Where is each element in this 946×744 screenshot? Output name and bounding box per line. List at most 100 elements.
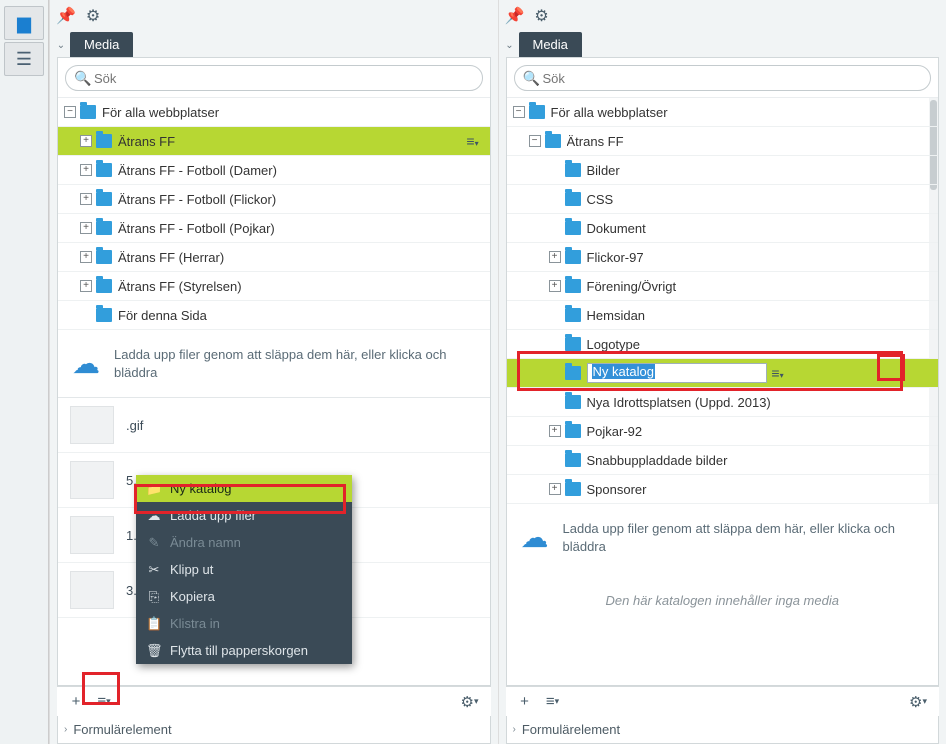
tree-item[interactable]: CSS [507, 185, 939, 214]
list-tab-button[interactable]: ☰ [4, 42, 44, 76]
folder-icon [565, 424, 581, 438]
folder-icon [565, 192, 581, 206]
menu-item-kopiera[interactable]: ⎘Kopiera [136, 583, 352, 610]
tree-item-label: Ätrans FF (Styrelsen) [118, 279, 484, 294]
folder-icon [565, 366, 581, 380]
row-menu-button[interactable]: ≡▾ [462, 133, 484, 149]
tree-item-label: För alla webbplatser [102, 105, 484, 120]
media-tab[interactable]: Media [519, 32, 582, 57]
tree-item[interactable]: +Ätrans FF - Fotboll (Pojkar) [58, 214, 490, 243]
tree-item[interactable]: Snabbuppladdade bilder [507, 446, 939, 475]
search-box: 🔍 [514, 65, 932, 91]
folder-icon [565, 279, 581, 293]
scissors-icon: ✂ [146, 562, 162, 578]
add-button[interactable]: + [512, 690, 538, 714]
menu-item-ny-katalog[interactable]: 📁Ny katalog [136, 475, 352, 502]
right-tree: −För alla webbplatser−Ätrans FF Bilder CSS… [507, 97, 939, 504]
tree-root[interactable]: −För alla webbplatser [507, 98, 939, 127]
tree-item[interactable]: +Ätrans FF (Herrar) [58, 243, 490, 272]
menu-item-label: Klipp ut [170, 562, 213, 577]
right-panel: 📌 ⚙ ⌄ Media 🔍 −För alla webbplatser−Ätra… [498, 0, 946, 744]
context-menu: 📁Ny katalog☁Ladda upp filer✎Ändra namn✂K… [136, 475, 352, 664]
add-button[interactable]: + [63, 690, 89, 714]
folder-icon [529, 105, 545, 119]
expand-icon[interactable]: + [80, 193, 92, 205]
pin-icon[interactable]: 📌 [56, 6, 76, 26]
collapse-icon[interactable]: − [529, 135, 541, 147]
tree-item-label: Ätrans FF [118, 134, 462, 149]
tree-item[interactable]: +Ätrans FF - Fotboll (Damer) [58, 156, 490, 185]
tree-item[interactable]: −Ätrans FF [507, 127, 939, 156]
file-thumbnail [70, 461, 114, 499]
collapse-icon[interactable]: − [513, 106, 525, 118]
tree-item[interactable]: Logotype [507, 330, 939, 359]
gear-icon[interactable]: ⚙ [534, 6, 548, 26]
form-elements-accordion[interactable]: › Formulärelement [57, 716, 491, 744]
settings-button[interactable]: ⚙▾ [905, 690, 931, 714]
pin-icon[interactable]: 📌 [505, 6, 525, 26]
menu-item-flytta-till-papperskorgen[interactable]: 🗑Flytta till papperskorgen [136, 637, 352, 664]
expand-icon[interactable]: + [80, 251, 92, 263]
tree-item[interactable]: Hemsidan [507, 301, 939, 330]
options-menu-button[interactable]: ≡▾ [540, 690, 566, 714]
trash-icon: 🗑 [146, 643, 162, 659]
folder-icon [96, 134, 112, 148]
search-input[interactable] [514, 65, 932, 91]
tree-item[interactable]: + Pojkar-92 [507, 417, 939, 446]
folder-name-input[interactable]: Ny katalog [587, 363, 767, 383]
tree-item[interactable]: Bilder [507, 156, 939, 185]
tree-item[interactable]: Nya Idrottsplatsen (Uppd. 2013) [507, 388, 939, 417]
folder-icon [96, 192, 112, 206]
tree-root[interactable]: − För alla webbplatser [58, 98, 490, 127]
chevron-down-icon[interactable]: ⌄ [52, 33, 70, 57]
tree-item[interactable]: +Förening/Övrigt [507, 272, 939, 301]
left-tree: −För alla webbplatser+Ätrans FF≡▾+Ätrans… [58, 97, 490, 330]
tree-item[interactable]: Ny katalog≡▾ [507, 359, 939, 388]
upload-dropzone[interactable]: ☁ Ladda upp filer genom att släppa dem h… [58, 330, 490, 397]
folder-icon [96, 250, 112, 264]
chevron-right-icon: › [513, 724, 516, 735]
expand-icon[interactable]: + [549, 280, 561, 292]
row-menu-button[interactable]: ≡▾ [767, 365, 789, 381]
expand-icon[interactable]: + [549, 425, 561, 437]
tree-item-label: Flickor-97 [587, 250, 933, 265]
menu-item-ladda-upp-filer[interactable]: ☁Ladda upp filer [136, 502, 352, 529]
search-icon: 🔍 [523, 70, 540, 87]
file-row[interactable]: .gif [58, 398, 490, 453]
expand-icon[interactable]: + [549, 251, 561, 263]
tree-item-label: Pojkar-92 [587, 424, 933, 439]
folder-tab-button[interactable]: ▆ [4, 6, 44, 40]
tree-item[interactable]: + Ätrans FF (Styrelsen) [58, 272, 490, 301]
expand-icon[interactable]: + [80, 164, 92, 176]
tree-item[interactable]: För denna Sida [58, 301, 490, 330]
expand-icon[interactable]: + [80, 222, 92, 234]
collapse-icon[interactable]: − [64, 106, 76, 118]
tree-item[interactable]: + Flickor-97 [507, 243, 939, 272]
search-input[interactable] [65, 65, 483, 91]
menu-item-label: Ladda upp filer [170, 508, 256, 523]
media-tab[interactable]: Media [70, 32, 133, 57]
tree-item-label: Logotype [587, 337, 933, 352]
expand-icon[interactable]: + [549, 483, 561, 495]
form-elements-accordion[interactable]: › Formulärelement [506, 716, 940, 744]
right-bottombar: + ≡▾ ⚙▾ [506, 686, 940, 716]
options-menu-button[interactable]: ≡▾ [91, 690, 117, 714]
tree-item-label: Dokument [587, 221, 933, 236]
tree-item[interactable]: +Sponsorer [507, 475, 939, 504]
expand-icon[interactable]: + [80, 135, 92, 147]
upload-hint-text: Ladda upp filer genom att släppa dem här… [114, 346, 476, 381]
menu-item-klipp-ut[interactable]: ✂ Klipp ut [136, 556, 352, 583]
tree-item-label: Bilder [587, 163, 933, 178]
tree-item[interactable]: +Ätrans FF - Fotboll (Flickor) [58, 185, 490, 214]
folder-icon [565, 337, 581, 351]
settings-button[interactable]: ⚙▾ [457, 690, 483, 714]
upload-hint-text: Ladda upp filer genom att släppa dem här… [563, 520, 925, 555]
gear-icon[interactable]: ⚙ [86, 6, 100, 26]
upload-dropzone[interactable]: ☁ Ladda upp filer genom att släppa dem h… [507, 504, 939, 571]
folder-icon [96, 221, 112, 235]
chevron-down-icon[interactable]: ⌄ [501, 33, 519, 57]
tree-item[interactable]: Dokument [507, 214, 939, 243]
expand-icon[interactable]: + [80, 280, 92, 292]
empty-folder-message: Den här katalogen innehåller inga media [507, 571, 939, 630]
tree-item[interactable]: + Ätrans FF≡▾ [58, 127, 490, 156]
